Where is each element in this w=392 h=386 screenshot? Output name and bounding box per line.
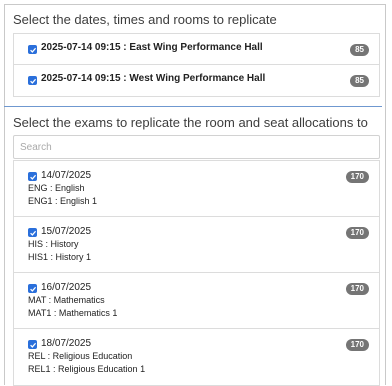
slot-item[interactable]: 2025-07-14 09:15 : East Wing Performance… [14, 34, 379, 65]
search-input[interactable] [13, 135, 380, 159]
exam-subject: HIS : History [28, 239, 79, 249]
slots-heading: Select the dates, times and rooms to rep… [13, 12, 277, 27]
checkbox-checked-icon[interactable] [28, 172, 37, 181]
exam-date: 16/07/2025 [41, 282, 92, 293]
exam-subject: ENG : English [28, 183, 85, 193]
exam-unit: MAT1 : Mathematics 1 [28, 308, 118, 318]
exam-date: 15/07/2025 [41, 226, 92, 237]
exam-item[interactable]: 15/07/2025 HIS : History HIS1 : History … [14, 217, 379, 273]
count-badge: 170 [345, 227, 369, 239]
slot-label: 2025-07-14 09:15 : West Wing Performance… [41, 73, 266, 84]
exams-heading: Select the exams to replicate the room a… [13, 115, 368, 130]
checkbox-checked-icon[interactable] [28, 45, 37, 54]
exams-list: 14/07/2025 ENG : English ENG1 : English … [13, 160, 380, 386]
checkbox-checked-icon[interactable] [28, 228, 37, 237]
exam-item[interactable]: 16/07/2025 MAT : Mathematics MAT1 : Math… [14, 273, 379, 329]
slot-label: 2025-07-14 09:15 : East Wing Performance… [41, 42, 263, 53]
exam-subject: MAT : Mathematics [28, 295, 105, 305]
count-badge: 85 [350, 75, 369, 87]
exam-date: 18/07/2025 [41, 338, 92, 349]
checkbox-checked-icon[interactable] [28, 340, 37, 349]
section-divider [4, 106, 382, 107]
exam-item[interactable]: 14/07/2025 ENG : English ENG1 : English … [14, 161, 379, 217]
exam-subject: REL : Religious Education [28, 351, 133, 361]
exam-unit: REL1 : Religious Education 1 [28, 364, 146, 374]
exam-item[interactable]: 18/07/2025 REL : Religious Education REL… [14, 329, 379, 385]
checkbox-checked-icon[interactable] [28, 284, 37, 293]
slot-item[interactable]: 2025-07-14 09:15 : West Wing Performance… [14, 65, 379, 96]
checkbox-checked-icon[interactable] [28, 76, 37, 85]
count-badge: 170 [345, 171, 369, 183]
exam-date: 14/07/2025 [41, 170, 92, 181]
count-badge: 85 [350, 44, 369, 56]
count-badge: 170 [345, 339, 369, 351]
exam-unit: ENG1 : English 1 [28, 196, 98, 206]
slots-list: 2025-07-14 09:15 : East Wing Performance… [13, 33, 380, 97]
exam-unit: HIS1 : History 1 [28, 252, 92, 262]
count-badge: 170 [345, 283, 369, 295]
